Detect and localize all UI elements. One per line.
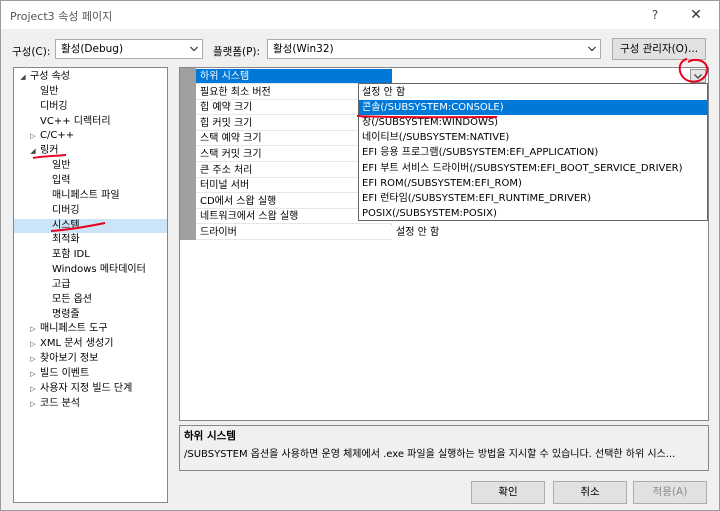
property-name[interactable]: 드라이버 — [196, 225, 392, 240]
tree-item[interactable]: ◢ 링커 — [14, 144, 167, 159]
tree-item[interactable]: ▷ 빌드 이벤트 — [14, 367, 167, 382]
tree-item-label: XML 문서 생성기 — [40, 338, 114, 350]
ok-button[interactable]: 확인 — [471, 481, 545, 504]
tree-item-label: 입력 — [52, 174, 71, 186]
tree-item-label: 링커 — [40, 145, 59, 157]
property-value[interactable] — [392, 69, 396, 84]
expand-arrow-icon[interactable]: ▷ — [28, 382, 38, 397]
cancel-button[interactable]: 취소 — [553, 481, 627, 504]
tree-item-label: 매니페스트 파일 — [52, 189, 120, 201]
dropdown-option[interactable]: EFI 응용 프로그램(/SUBSYSTEM:EFI_APPLICATION) — [359, 145, 707, 160]
configuration-label: 구성(C): — [12, 46, 51, 58]
grid-gutter — [180, 68, 196, 240]
tree-item[interactable]: Windows 메타데이터 — [14, 263, 167, 278]
tree-item-label: 디버깅 — [52, 204, 80, 216]
configuration-combo[interactable]: 활성(Debug) — [55, 39, 203, 59]
close-button[interactable]: ✕ — [683, 5, 709, 25]
tree-item[interactable]: 최적화 — [14, 233, 167, 248]
description-text: /SUBSYSTEM 옵션을 사용하면 운영 체제에서 .exe 파일을 실행하… — [184, 449, 676, 460]
dropdown-option[interactable]: 콘솔(/SUBSYSTEM:CONSOLE) — [359, 100, 707, 116]
tree-item[interactable]: ▷ 매니페스트 도구 — [14, 322, 167, 337]
apply-button[interactable]: 적용(A) — [633, 481, 707, 504]
tree-item-label: 사용자 지정 빌드 단계 — [40, 382, 133, 394]
tree-item-label: 고급 — [52, 278, 71, 290]
tree-item-label: 구성 속성 — [30, 71, 70, 82]
expand-arrow-icon[interactable]: ▷ — [28, 397, 38, 412]
tree-item-label: 포함 IDL — [52, 249, 90, 261]
tree-item[interactable]: VC++ 디렉터리 — [14, 115, 167, 130]
tree-item-label: Windows 메타데이터 — [52, 264, 146, 276]
tree-item[interactable]: 디버깅 — [14, 204, 167, 219]
chevron-down-icon — [694, 74, 702, 79]
tree-item[interactable]: 일반 — [14, 85, 167, 100]
tree-item-label: 최적화 — [52, 234, 80, 246]
tree-item-label: 빌드 이벤트 — [40, 368, 90, 379]
tree-item[interactable]: ▷ 사용자 지정 빌드 단계 — [14, 382, 167, 397]
configuration-value: 활성(Debug) — [61, 43, 124, 55]
help-button[interactable]: ? — [644, 5, 666, 25]
tree-item-label: 매니페스트 도구 — [40, 323, 108, 335]
dropdown-option[interactable]: EFI 런타임(/SUBSYSTEM:EFI_RUNTIME_DRIVER) — [359, 191, 707, 206]
expand-arrow-icon[interactable]: ▷ — [28, 129, 38, 144]
tree-item[interactable]: 시스템 — [14, 218, 167, 234]
tree-item[interactable]: 포함 IDL — [14, 248, 167, 263]
dropdown-option[interactable]: 창(/SUBSYSTEM:WINDOWS) — [359, 115, 707, 130]
chevron-down-icon — [588, 46, 596, 52]
tree-item[interactable]: ▷ 찾아보기 정보 — [14, 352, 167, 367]
property-name[interactable]: 하위 시스템 — [196, 69, 392, 84]
property-value[interactable]: 설정 안 함 — [392, 225, 439, 240]
expand-arrow-icon[interactable]: ▷ — [28, 352, 38, 367]
tree-item[interactable]: 입력 — [14, 174, 167, 189]
configuration-manager-button[interactable]: 구성 관리자(O)... — [612, 38, 706, 60]
tree-item[interactable]: 디버깅 — [14, 100, 167, 115]
collapse-arrow-icon[interactable]: ◢ — [18, 70, 28, 85]
tree-item[interactable]: ◢ 구성 속성 — [14, 70, 167, 85]
dropdown-option[interactable]: POSIX(/SUBSYSTEM:POSIX) — [359, 206, 707, 220]
tree-item[interactable]: 명령줄 — [14, 308, 167, 323]
property-tree: ◢ 구성 속성 일반 디버깅 VC++ 디렉터리 ▷ C/C++ ◢ 링커 일반 입력 매니페스트 파… — [13, 67, 168, 503]
tree-item-label: 찾아보기 정보 — [40, 353, 99, 365]
subsystem-dropdown-button[interactable] — [690, 69, 706, 83]
tree-item-label: 명령줄 — [52, 308, 80, 320]
tree-item-label: 모든 옵션 — [52, 293, 92, 305]
dropdown-option[interactable]: 설정 안 함 — [359, 85, 707, 100]
property-pages-dialog: Project3 속성 페이지 ? ✕ 구성(C): 활성(Debug) 플랫폼… — [0, 0, 720, 511]
tree-item-label: C/C++ — [40, 130, 75, 142]
tree-item-label: 시스템 — [52, 219, 80, 231]
tree-item[interactable]: 모든 옵션 — [14, 293, 167, 308]
tree-item-label: 일반 — [40, 85, 59, 97]
tree-item-label: VC++ 디렉터리 — [40, 115, 111, 127]
title-bar: Project3 속성 페이지 ? ✕ — [1, 1, 719, 29]
chevron-down-icon — [190, 46, 198, 52]
dropdown-option[interactable]: 네이티브(/SUBSYSTEM:NATIVE) — [359, 130, 707, 145]
window-title: Project3 속성 페이지 — [10, 10, 113, 23]
platform-combo[interactable]: 활성(Win32) — [267, 39, 601, 59]
tree-item[interactable]: 매니페스트 파일 — [14, 189, 167, 204]
platform-label: 플랫폼(P): — [213, 46, 261, 58]
tree-item-label: 코드 분석 — [40, 397, 80, 409]
expand-arrow-icon[interactable]: ▷ — [28, 367, 38, 382]
tree-item-label: 디버깅 — [40, 100, 68, 112]
tree-item[interactable]: ▷ 코드 분석 — [14, 397, 167, 412]
dropdown-option[interactable]: EFI 부트 서비스 드라이버(/SUBSYSTEM:EFI_BOOT_SERV… — [359, 161, 707, 176]
description-title: 하위 시스템 — [184, 430, 236, 442]
dropdown-option[interactable]: EFI ROM(/SUBSYSTEM:EFI_ROM) — [359, 176, 707, 191]
tree-item[interactable]: ▷ C/C++ — [14, 129, 167, 144]
tree-item[interactable]: 고급 — [14, 278, 167, 293]
tree-item[interactable]: ▷ XML 문서 생성기 — [14, 337, 167, 352]
subsystem-dropdown-list: 설정 안 함 콘솔(/SUBSYSTEM:CONSOLE) 창(/SUBSYSTEM… — [358, 83, 708, 221]
expand-arrow-icon[interactable]: ▷ — [28, 322, 38, 337]
expand-arrow-icon[interactable]: ▷ — [28, 337, 38, 352]
description-panel: 하위 시스템 /SUBSYSTEM 옵션을 사용하면 운영 체제에서 .exe … — [179, 425, 709, 471]
tree-item-label: 일반 — [52, 160, 71, 172]
collapse-arrow-icon[interactable]: ◢ — [28, 144, 38, 159]
tree-item[interactable]: 일반 — [14, 159, 167, 174]
platform-value: 활성(Win32) — [273, 43, 334, 55]
